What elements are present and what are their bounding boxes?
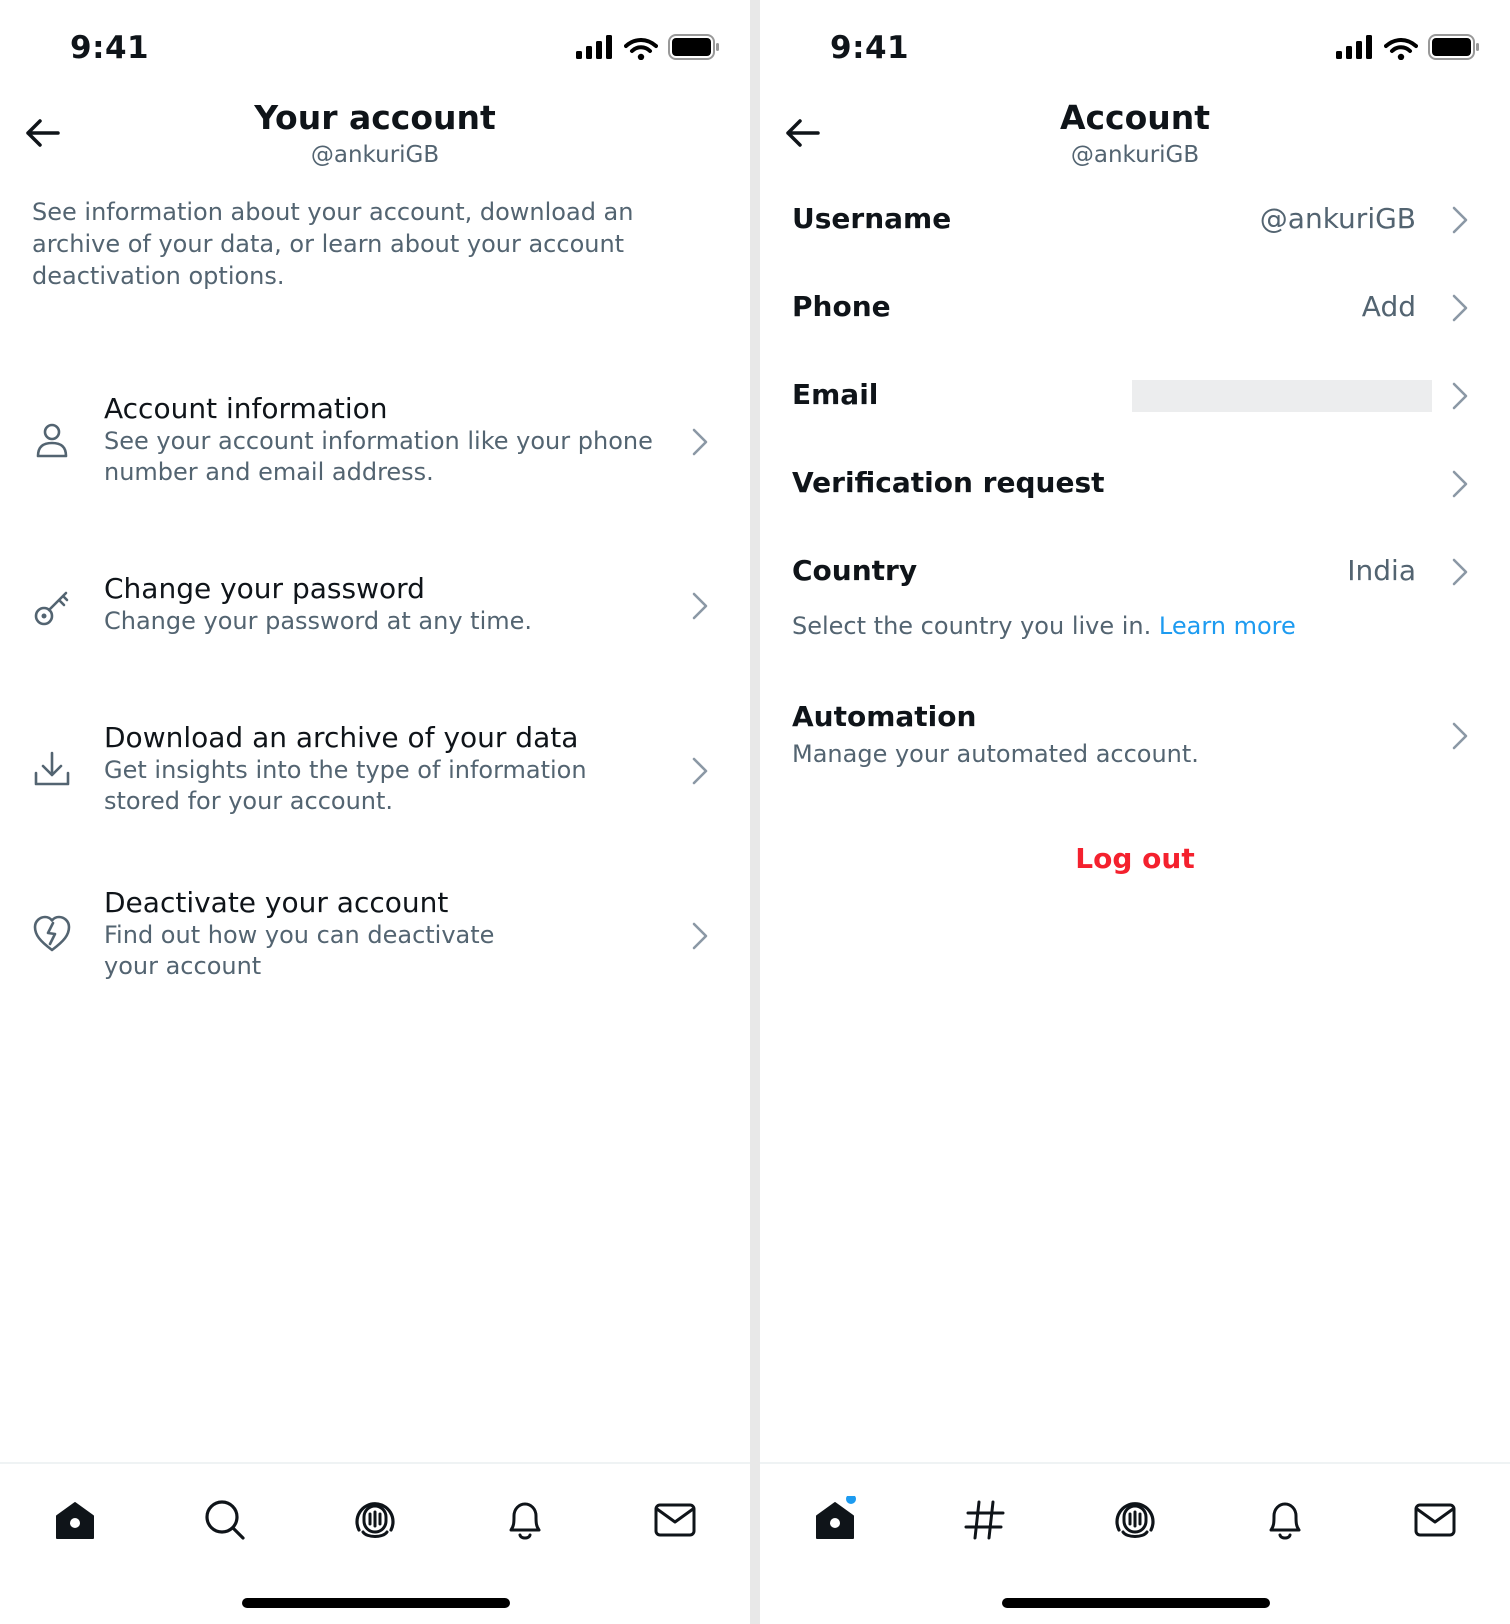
status-time: 9:41 (70, 30, 150, 66)
chevron-right-icon (1452, 206, 1468, 234)
left-screen-your-account: 9:41 Your account @ankuriGB See informat… (0, 0, 750, 1624)
tab-messages[interactable] (1405, 1490, 1465, 1550)
chevron-right-icon (1452, 558, 1468, 586)
country-help-text: Select the country you live in. Learn mo… (792, 612, 1296, 640)
row-label: Email (792, 378, 879, 411)
row-label: Phone (792, 290, 891, 323)
menu-item-description: Get insights into the type of informatio… (104, 756, 587, 815)
cellular-signal-icon (576, 35, 612, 59)
tab-notifications[interactable] (495, 1490, 555, 1550)
tab-notifications[interactable] (1255, 1490, 1315, 1550)
tab-spaces[interactable] (345, 1490, 405, 1550)
broken-heart-icon (33, 915, 71, 952)
status-bar: 9:41 (760, 0, 1510, 90)
home-icon (56, 1502, 94, 1539)
battery-icon (1428, 34, 1479, 60)
automation-title: Automation (792, 700, 977, 733)
row-value: @ankuriGB (1259, 202, 1416, 235)
home-indicator (242, 1598, 510, 1608)
spaces-icon (1115, 1502, 1155, 1538)
status-icons (576, 34, 720, 60)
menu-item-title: Deactivate your account (104, 886, 449, 919)
learn-more-link[interactable]: Learn more (1159, 612, 1296, 640)
page-title: Account (1059, 98, 1211, 137)
status-time: 9:41 (830, 30, 910, 66)
row-phone[interactable]: Phone Add (760, 278, 1510, 338)
email-value-redacted (1132, 380, 1432, 412)
mail-icon (1414, 1503, 1456, 1537)
right-screen-account: 9:41 Account @ankuriGB Username @ankuriG… (760, 0, 1510, 1624)
chevron-right-icon (1452, 382, 1468, 410)
wifi-icon (624, 38, 658, 60)
page-handle: @ankuriGB (1070, 142, 1200, 168)
tab-home[interactable] (45, 1490, 105, 1550)
chevron-right-icon (692, 428, 708, 456)
bell-icon (1269, 1502, 1301, 1540)
bottom-tab-bar (0, 1462, 750, 1624)
tab-home[interactable] (805, 1490, 865, 1550)
cellular-signal-icon (1336, 35, 1372, 59)
chevron-right-icon (1452, 294, 1468, 322)
download-icon (34, 751, 70, 786)
battery-icon (668, 34, 719, 60)
status-bar: 9:41 (0, 0, 750, 90)
menu-item-title: Account information (104, 392, 388, 425)
row-country[interactable]: Country India (760, 542, 1510, 602)
menu-item-deactivate-account[interactable]: Deactivate your account Find out how you… (0, 886, 750, 986)
page-title: Your account (254, 98, 496, 137)
tab-messages[interactable] (645, 1490, 705, 1550)
key-icon (34, 591, 69, 626)
menu-item-account-information[interactable]: Account information See your account inf… (0, 392, 750, 492)
bell-icon (509, 1502, 541, 1540)
row-value: Add (1361, 290, 1416, 323)
menu-item-description: Find out how you can deactivate your acc… (104, 921, 495, 980)
row-label: Country (792, 554, 918, 587)
row-label: Username (792, 202, 952, 235)
menu-item-description: See your account information like your p… (104, 427, 653, 486)
row-label: Verification request (792, 466, 1105, 499)
tab-search[interactable] (195, 1490, 255, 1550)
tab-spaces[interactable] (1105, 1490, 1165, 1550)
menu-item-title: Change your password (104, 572, 425, 605)
status-icons (1336, 34, 1480, 60)
chevron-right-icon (1452, 722, 1468, 750)
home-icon (816, 1496, 856, 1539)
chevron-right-icon (1452, 470, 1468, 498)
tab-explore[interactable] (955, 1490, 1015, 1550)
country-help-label: Select the country you live in. (792, 612, 1159, 640)
menu-item-change-password[interactable]: Change your password Change your passwor… (0, 572, 750, 642)
home-indicator (1002, 1598, 1270, 1608)
menu-item-title: Download an archive of your data (104, 721, 579, 754)
wifi-icon (1384, 38, 1418, 60)
logout-button[interactable]: Log out (760, 842, 1510, 875)
top-nav: Account @ankuriGB (760, 90, 1510, 190)
row-verification-request[interactable]: Verification request (760, 454, 1510, 514)
mail-icon (654, 1503, 696, 1537)
menu-item-description: Change your password at any time. (104, 607, 533, 635)
chevron-right-icon (692, 922, 708, 950)
intro-text: See information about your account, down… (32, 198, 634, 290)
hashtag-icon (964, 1500, 1005, 1540)
row-email[interactable]: Email (760, 366, 1510, 426)
menu-item-download-archive[interactable]: Download an archive of your data Get ins… (0, 721, 750, 821)
top-nav: Your account @ankuriGB (0, 90, 750, 190)
person-icon (36, 423, 68, 458)
page-handle: @ankuriGB (310, 142, 440, 168)
spaces-icon (355, 1502, 395, 1538)
chevron-right-icon (692, 592, 708, 620)
automation-description: Manage your automated account. (792, 740, 1199, 768)
chevron-right-icon (692, 757, 708, 785)
search-icon (205, 1500, 245, 1540)
screen-divider (750, 0, 760, 1624)
bottom-tab-bar (760, 1462, 1510, 1624)
row-value: India (1347, 554, 1416, 587)
row-username[interactable]: Username @ankuriGB (760, 190, 1510, 250)
